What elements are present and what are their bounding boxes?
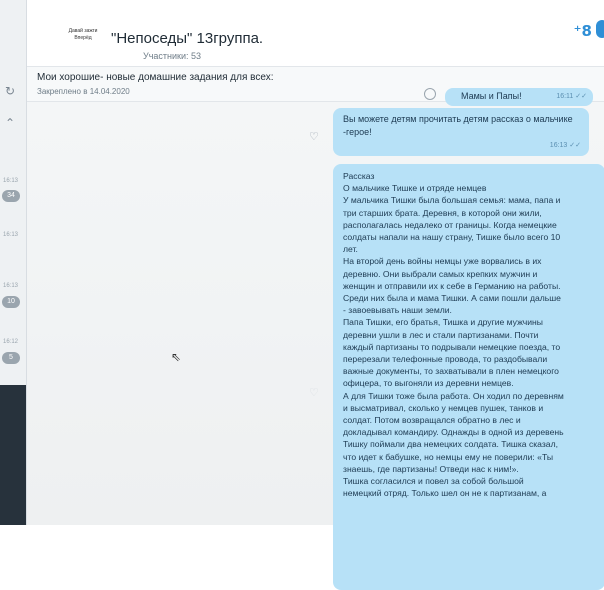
avatar[interactable]: Давай зажги Вперёд: [63, 28, 103, 52]
story-line: знаешь, где партизаны! Отведи нас к ним!…: [343, 463, 519, 474]
add-user-icon[interactable]: ⁺8: [574, 22, 592, 40]
message-bubble[interactable]: Мамы и Папы! 16:11 ✓✓: [445, 88, 593, 106]
story-line: Тишка согласился и повел за собой большо…: [343, 476, 524, 487]
story-line: деревню. Они выбрали самых крепких мужчи…: [343, 268, 538, 279]
story-line: три старших брата. Деревня, в которой он…: [343, 207, 542, 218]
chevron-up-icon[interactable]: ⌃: [5, 116, 15, 130]
story-line: Среди них была и мама Тишки. А сами пошл…: [343, 293, 561, 304]
story-line: докладывал командиру. Однажды в одной из…: [343, 427, 564, 438]
refresh-icon[interactable]: ↻: [5, 84, 15, 98]
message-area: Мамы и Папы! 16:11 ✓✓ ♡ Вы можете детям …: [27, 88, 604, 590]
chat-time: 16:13: [3, 232, 19, 238]
message-text: Вы можете детям прочитать детям рассказ …: [343, 114, 573, 137]
story-line: О мальчике Тишке и отряде немцев: [343, 183, 487, 194]
unread-badge: 5: [2, 352, 20, 364]
reaction-icon[interactable]: [424, 88, 436, 100]
story-line: каждый партизаны то подрывали немецкие п…: [343, 341, 561, 352]
mouse-cursor-icon: ⇖: [171, 350, 182, 364]
story-line: Рассказ: [343, 171, 375, 181]
message-time: 16:13 ✓✓: [549, 142, 581, 149]
heart-icon[interactable]: ♡: [309, 130, 319, 143]
story-line: солдаты напали на нашу страну, Тишке был…: [343, 232, 561, 243]
rail-footer: [0, 385, 26, 525]
pinned-title: Мои хорошие- новые домашние задания для …: [37, 72, 274, 83]
story-line: А для Тишки тоже была работа. Он ходил п…: [343, 390, 564, 401]
story-line: - завоевывать наши земли.: [343, 305, 452, 316]
message-bubble[interactable]: Вы можете детям прочитать детям рассказ …: [333, 108, 589, 156]
story-line: располагалась недалеко от границы. Когда…: [343, 219, 557, 230]
chat-time: 16:12: [3, 339, 19, 345]
story-line: перерезали телефонные провода, то раздоб…: [343, 354, 548, 365]
story-line: солдат. Потом возвращался обратно в лес …: [343, 415, 521, 426]
story-line: деревни ушли в лес и стали партизанами. …: [343, 329, 539, 340]
message-time: 16:11 ✓✓: [556, 93, 587, 100]
unread-badge: 10: [2, 296, 20, 308]
story-line: и высматривал, сколько у немцев пушек, т…: [343, 402, 544, 413]
unread-badge: 34: [2, 190, 20, 202]
story-line: У мальчика Тишки была большая семья: мам…: [343, 195, 561, 206]
pinned-date: Закреплено в 14.04.2020: [37, 87, 130, 96]
chat-list-rail: ↻ ⌃ 16:13 34 16:13 16:13 10 16:12 5: [0, 0, 27, 525]
story-line: немецкий отряд. Только шел он не к парти…: [343, 488, 547, 499]
members-count[interactable]: Участники: 53: [143, 51, 201, 61]
story-line: важные документы, то захватывали в плен …: [343, 366, 559, 377]
chat-header: Давай зажги Вперёд "Непоседы" 13группа. …: [27, 0, 604, 67]
chat-time: 16:13: [3, 283, 19, 289]
story-line: офицера, то выгоняли из деревни немцев.: [343, 378, 514, 389]
story-line: лет.: [343, 244, 358, 255]
story-line: Тишку поймали два немецких солдата. Тишк…: [343, 439, 558, 450]
message-bubble[interactable]: Рассказ О мальчике Тишке и отряде немцев У…: [333, 164, 604, 590]
chat-title[interactable]: "Непоседы" 13группа.: [111, 30, 263, 47]
chat-time: 16:13: [3, 178, 19, 184]
story-line: Папа Тишки, его братья, Тишка и другие м…: [343, 317, 543, 328]
story-line: На второй день войны немцы уже ворвались…: [343, 256, 542, 267]
heart-icon[interactable]: ♡: [309, 386, 319, 399]
story-line: женщин и отправили их к себе в Германию …: [343, 280, 561, 291]
menu-icon[interactable]: [596, 20, 604, 38]
story-line: что идет к бабушке, но немцы ему не пове…: [343, 451, 553, 462]
message-text: Мамы и Папы!: [461, 91, 522, 101]
